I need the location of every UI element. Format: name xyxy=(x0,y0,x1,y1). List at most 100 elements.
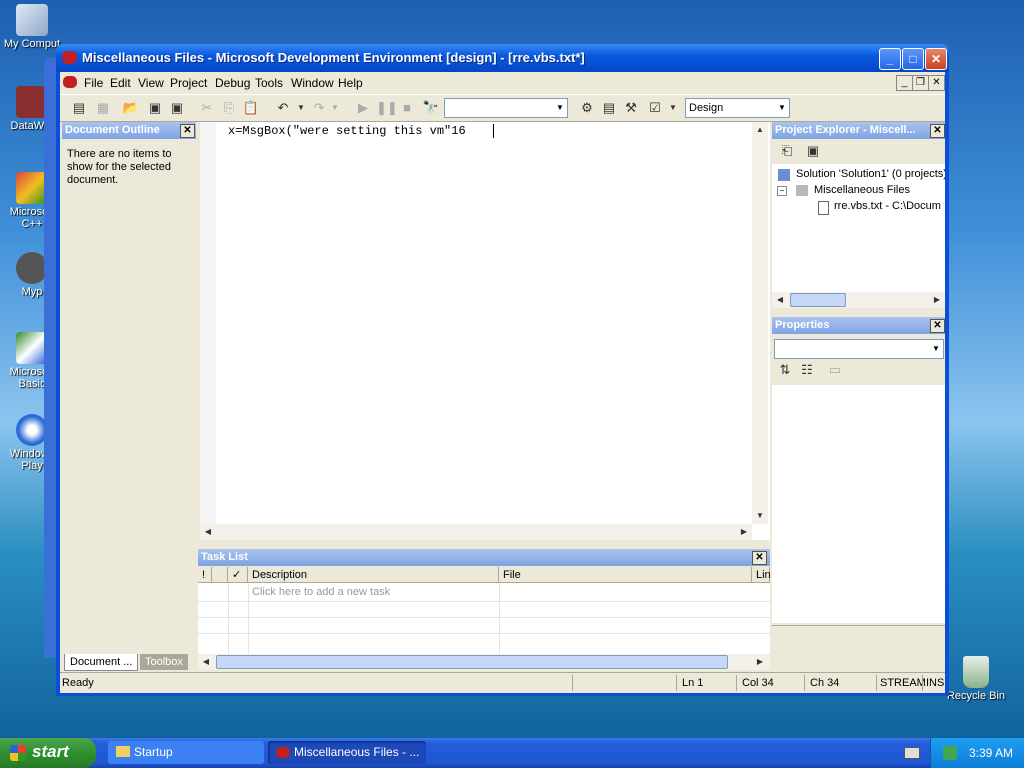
tab-toolbox[interactable]: Toolbox xyxy=(140,654,188,670)
save-icon[interactable]: ▣ xyxy=(146,99,164,117)
column-file[interactable]: File xyxy=(499,567,752,583)
code-line[interactable]: x=MsgBox("were setting this vm"16 xyxy=(228,124,466,138)
chevron-down-icon[interactable]: ▼ xyxy=(929,340,943,358)
task-dropdown-icon[interactable]: ▼ xyxy=(664,99,682,117)
close-button[interactable]: ✕ xyxy=(925,48,947,70)
task-list-icon[interactable]: ☑ xyxy=(646,99,664,117)
desktop-icon-my-computer[interactable]: My Comput xyxy=(0,4,64,50)
categorized-icon[interactable]: ☷ xyxy=(798,361,816,379)
add-item-icon[interactable]: ▦ xyxy=(94,99,112,117)
paste-icon[interactable]: 📋 xyxy=(242,99,260,117)
menu-help[interactable]: Help xyxy=(338,76,363,90)
document-outline-title-bar[interactable]: Document Outline xyxy=(62,122,196,139)
project-tree[interactable]: Solution 'Solution1' (0 projects) − Misc… xyxy=(772,164,945,294)
solution-explorer-icon[interactable]: ⚙ xyxy=(578,99,596,117)
tree-file[interactable]: rre.vbs.txt - C:\Docum xyxy=(834,200,941,212)
mdi-restore-button[interactable]: ❐ xyxy=(912,75,929,91)
undo-icon[interactable]: ↶ xyxy=(274,99,292,117)
save-all-icon[interactable]: ▣ xyxy=(168,99,186,117)
column-line[interactable]: Lin xyxy=(752,567,771,583)
column-description[interactable]: Description xyxy=(248,567,499,583)
editor-vertical-scrollbar[interactable]: ▲ ▼ xyxy=(752,122,768,524)
redo-dropdown-icon[interactable]: ▼ xyxy=(326,99,344,117)
task-list-title-bar[interactable]: Task List xyxy=(198,549,770,566)
properties-object-combo[interactable]: ▼ xyxy=(774,339,944,359)
scroll-up-icon[interactable]: ▲ xyxy=(752,122,768,138)
menu-window[interactable]: Window xyxy=(291,76,334,90)
menu-debug[interactable]: Debug xyxy=(215,76,250,90)
maximize-button[interactable]: □ xyxy=(902,48,924,70)
menu-edit[interactable]: Edit xyxy=(110,76,131,90)
new-project-icon[interactable]: ▤ xyxy=(70,99,88,117)
row-divider xyxy=(198,601,770,602)
scroll-right-icon[interactable]: ▶ xyxy=(736,524,752,540)
configuration-combo-value: Design xyxy=(689,102,724,114)
scroll-thumb[interactable] xyxy=(790,293,846,307)
find-icon[interactable]: 🔭 xyxy=(422,99,440,117)
menu-view[interactable]: View xyxy=(138,76,164,90)
chevron-down-icon[interactable]: ▼ xyxy=(553,99,567,117)
properties-close-button[interactable]: ✕ xyxy=(930,319,945,333)
project-explorer-horizontal-scrollbar[interactable]: ◀ ▶ xyxy=(772,292,945,308)
project-explorer-close-button[interactable]: ✕ xyxy=(930,124,945,138)
minimize-button[interactable]: _ xyxy=(879,48,901,70)
properties-title-bar[interactable]: Properties xyxy=(772,317,945,334)
start-icon[interactable]: ▶ xyxy=(354,99,372,117)
open-icon[interactable]: 📂 xyxy=(122,99,140,117)
scroll-right-icon[interactable]: ▶ xyxy=(929,292,945,308)
undo-dropdown-icon[interactable]: ▼ xyxy=(292,99,310,117)
task-list-grid[interactable]: ! ✓ Description File Lin Click here to a… xyxy=(198,567,771,654)
sort-alphabetic-icon[interactable]: ⇅ xyxy=(776,361,794,379)
properties-grid[interactable] xyxy=(772,385,945,623)
scroll-right-icon[interactable]: ▶ xyxy=(752,654,768,670)
task-list-close-button[interactable]: ✕ xyxy=(752,551,767,565)
start-button[interactable]: start xyxy=(0,738,96,768)
column-checked[interactable]: ✓ xyxy=(228,567,248,583)
mdi-close-button[interactable]: ✕ xyxy=(928,75,945,91)
scroll-thumb[interactable] xyxy=(216,655,728,669)
scroll-left-icon[interactable]: ◀ xyxy=(772,292,788,308)
main-window: Miscellaneous Files - Microsoft Developm… xyxy=(56,44,949,696)
tree-misc-files[interactable]: Miscellaneous Files xyxy=(814,184,910,196)
taskbar-item-startup[interactable]: Startup xyxy=(108,741,264,764)
tree-solution[interactable]: Solution 'Solution1' (0 projects) xyxy=(796,168,945,180)
properties-window-icon[interactable]: ▤ xyxy=(600,99,618,117)
scroll-down-icon[interactable]: ▼ xyxy=(752,508,768,524)
configuration-combo[interactable]: Design ▼ xyxy=(685,98,790,118)
editor-horizontal-scrollbar[interactable]: ◀ ▶ xyxy=(200,524,752,540)
view-object-icon[interactable]: ▣ xyxy=(804,142,822,160)
scroll-left-icon[interactable]: ◀ xyxy=(200,524,216,540)
cut-icon[interactable]: ✂ xyxy=(198,99,216,117)
column-category[interactable] xyxy=(212,567,228,583)
properties-icon[interactable]: ⎗ xyxy=(778,142,796,160)
menu-project[interactable]: Project xyxy=(170,76,207,90)
taskbar-item-misc-files[interactable]: Miscellaneous Files - ... xyxy=(268,741,426,764)
collapse-icon[interactable]: − xyxy=(777,186,787,196)
status-column: Col 34 xyxy=(742,677,774,689)
copy-icon[interactable]: ⎘ xyxy=(220,99,238,117)
find-combo[interactable]: ▼ xyxy=(444,98,568,118)
menu-file[interactable]: File xyxy=(84,76,103,90)
title-bar[interactable]: Miscellaneous Files - Microsoft Developm… xyxy=(56,44,949,72)
column-priority[interactable]: ! xyxy=(198,567,212,583)
menu-tools[interactable]: Tools xyxy=(255,76,283,90)
project-explorer-title: Project Explorer - Miscell... xyxy=(775,124,916,136)
toolbox-icon[interactable]: ⚒ xyxy=(622,99,640,117)
code-editor[interactable]: x=MsgBox("were setting this vm"16 xyxy=(200,122,770,540)
stop-icon[interactable]: ■ xyxy=(398,99,416,117)
tab-document-outline[interactable]: Document ... xyxy=(64,654,139,671)
mdi-minimize-button[interactable]: _ xyxy=(896,75,913,91)
keyboard-icon[interactable] xyxy=(904,747,920,759)
pause-icon[interactable]: ❚❚ xyxy=(376,99,398,117)
desktop-icon-recycle-bin[interactable]: Recycle Bin xyxy=(944,656,1008,702)
scroll-left-icon[interactable]: ◀ xyxy=(198,654,214,670)
document-outline-close-button[interactable]: ✕ xyxy=(180,124,195,138)
network-icon[interactable] xyxy=(943,746,957,760)
add-task-row[interactable]: Click here to add a new task xyxy=(252,586,390,598)
task-list-horizontal-scrollbar[interactable]: ◀ ▶ xyxy=(198,654,770,670)
desktop-icon-label: Recycle Bin xyxy=(946,690,1006,702)
property-pages-icon[interactable]: ▭ xyxy=(826,361,844,379)
project-explorer-title-bar[interactable]: Project Explorer - Miscell... xyxy=(772,122,945,139)
chevron-down-icon[interactable]: ▼ xyxy=(775,99,789,117)
clock[interactable]: 3:39 AM xyxy=(969,746,1013,760)
